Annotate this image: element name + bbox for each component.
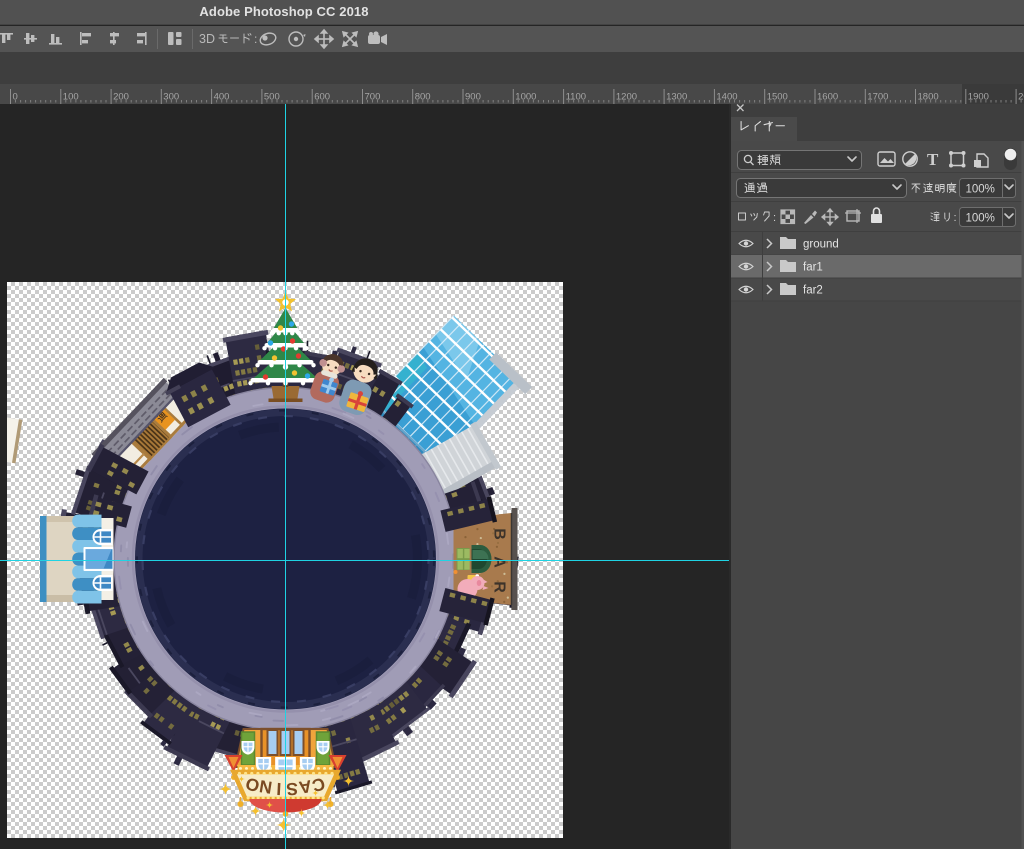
svg-text::: :	[954, 212, 957, 224]
svg-text:A: A	[491, 556, 508, 568]
svg-text:S: S	[286, 779, 299, 800]
svg-text:3D: 3D	[199, 32, 215, 46]
svg-text:100%: 100%	[966, 213, 995, 225]
svg-text:ground: ground	[803, 239, 839, 251]
svg-text:I: I	[276, 779, 282, 799]
svg-text::: :	[954, 183, 957, 195]
svg-text::: :	[773, 212, 776, 224]
svg-text:far2: far2	[803, 285, 823, 297]
svg-text:far1: far1	[803, 262, 823, 274]
svg-text:T: T	[927, 150, 939, 169]
svg-text::: :	[254, 32, 257, 46]
svg-text:R: R	[491, 581, 508, 593]
svg-text:B: B	[491, 528, 508, 540]
svg-text:100%: 100%	[966, 184, 995, 196]
